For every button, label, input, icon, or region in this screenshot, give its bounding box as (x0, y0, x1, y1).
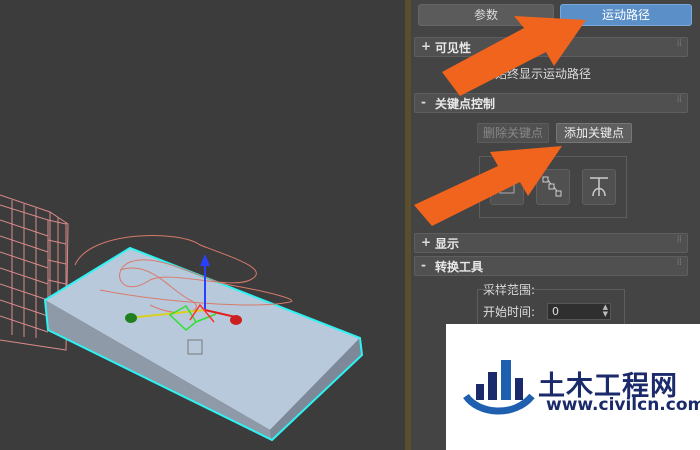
watermark-url: www.civilcn.com (546, 395, 700, 415)
logo-icon (463, 360, 535, 415)
watermark: 土木工程网 www.civilcn.com (446, 324, 700, 450)
arrow-to-add-key (414, 146, 562, 226)
arrow-to-motion-tab (442, 16, 586, 96)
